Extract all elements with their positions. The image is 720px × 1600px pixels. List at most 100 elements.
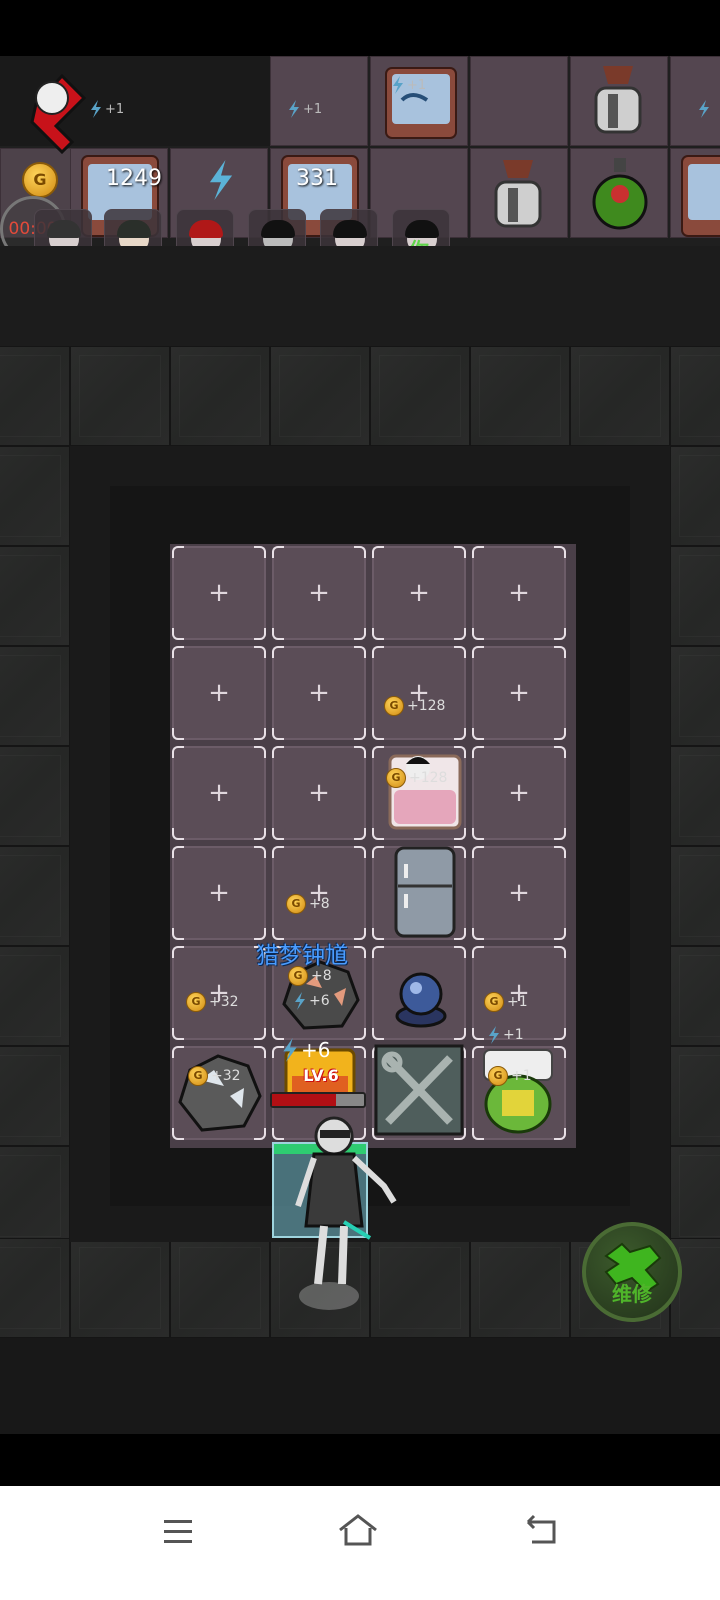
energy-gain: +6 — [282, 1038, 330, 1062]
floor-tile — [0, 1146, 70, 1246]
grid-cell[interactable]: + — [272, 646, 366, 740]
energy-gain-text: +1 — [503, 1027, 524, 1043]
grid-cell[interactable]: + — [472, 746, 566, 840]
grid-cell[interactable]: + — [472, 546, 566, 640]
floor-tile — [0, 1046, 70, 1146]
grid-cell[interactable]: + — [172, 746, 266, 840]
floor-tile — [0, 846, 70, 946]
player-name-label: 猎梦钟馗 — [256, 936, 348, 970]
lightning-icon — [698, 100, 720, 124]
grid-cell[interactable]: + — [372, 646, 466, 740]
lamp-item — [488, 152, 548, 238]
turret-level-text: LV.6 — [303, 1066, 339, 1085]
letterbox-bottom — [0, 1434, 720, 1486]
menu-icon[interactable] — [160, 1514, 196, 1550]
floor-tile — [0, 646, 70, 746]
floor-tile — [670, 946, 720, 1046]
fridge-item[interactable] — [392, 846, 458, 938]
add-slot-icon: + — [208, 578, 230, 608]
floor-tile — [270, 346, 370, 446]
top-cell — [470, 56, 568, 146]
repair-button-label: 维修 — [612, 1282, 652, 1306]
energy-gain-text: +6 — [309, 993, 330, 1009]
gold-gain: G +32 — [186, 992, 239, 1012]
floor-tile — [670, 1046, 720, 1146]
player-character[interactable] — [284, 1106, 414, 1316]
gold-gain-text: +128 — [407, 698, 446, 714]
potion-item — [590, 156, 650, 236]
top-gain-text: +1 — [105, 101, 125, 117]
grid-cell[interactable]: + — [172, 546, 266, 640]
floor-tile — [170, 346, 270, 446]
floor-tile — [170, 1238, 270, 1338]
grid-cell[interactable]: + — [172, 646, 266, 740]
player-name-text: 猎梦钟馗 — [256, 943, 348, 969]
add-slot-icon: + — [308, 878, 330, 908]
system-nav-bar — [0, 1486, 720, 1600]
top-gain-text: +1 — [407, 77, 427, 93]
floor-tile — [0, 746, 70, 846]
grid-cell[interactable]: + — [472, 846, 566, 940]
game-scene[interactable]: +1 +1 +1 G 1249 331 00:00 + + + + + + + … — [0, 56, 720, 1464]
top-energy-gain: +1 — [90, 100, 124, 118]
silver-ore-item[interactable] — [174, 1046, 264, 1138]
gold-gain-text: +32 — [209, 994, 239, 1010]
add-slot-icon: + — [508, 778, 530, 808]
floor-tile — [670, 646, 720, 746]
orb-item[interactable] — [390, 962, 452, 1032]
corridor — [0, 246, 720, 346]
frog-bed-item[interactable] — [478, 1046, 558, 1136]
gold-coin-icon: G — [386, 768, 406, 788]
gold-coin-icon: G — [484, 992, 504, 1012]
add-slot-icon: + — [508, 678, 530, 708]
add-slot-icon: + — [308, 578, 330, 608]
lightning-icon — [393, 76, 403, 94]
floor-tile — [670, 446, 720, 546]
bed-item — [678, 150, 720, 240]
grid-cell[interactable]: + — [272, 746, 366, 840]
bed-item[interactable] — [384, 746, 466, 832]
floor-tile — [470, 1238, 570, 1338]
lightning-icon — [295, 992, 305, 1010]
turret-level: LV.6 — [290, 1066, 352, 1085]
grid-cell[interactable]: + — [372, 546, 466, 640]
gold-gain: G +128 — [384, 696, 445, 716]
gold-gain-text: +32 — [211, 1068, 241, 1084]
floor-tile — [0, 346, 70, 446]
add-slot-icon: + — [308, 778, 330, 808]
add-slot-icon: + — [508, 578, 530, 608]
add-slot-icon: + — [308, 678, 330, 708]
lightning-icon — [289, 100, 299, 118]
gold-amount: 1249 — [106, 166, 162, 191]
floor-tile — [70, 1238, 170, 1338]
gold-gain-text: +1 — [507, 994, 528, 1010]
repair-button[interactable]: 维修 — [582, 1222, 682, 1322]
add-slot-icon: + — [508, 878, 530, 908]
gold-gain-text: +8 — [311, 968, 332, 984]
grid-cell[interactable]: + — [272, 546, 366, 640]
floor-tile — [370, 346, 470, 446]
turret-hp-fill — [272, 1094, 337, 1106]
floor-tile — [570, 346, 670, 446]
bed-item — [382, 60, 460, 142]
gold-coin-icon: G — [488, 1066, 508, 1086]
energy-gain: +1 — [488, 1026, 524, 1044]
gold-gain: G +1 — [488, 1066, 532, 1086]
floor-tile — [0, 946, 70, 1046]
floor-tile — [0, 1238, 70, 1338]
energy-counter: 331 — [206, 160, 338, 204]
gold-gain-text: +1 — [511, 1068, 532, 1084]
exit-marker-icon[interactable] — [26, 68, 87, 155]
home-icon[interactable] — [336, 1510, 380, 1550]
lightning-icon — [489, 1026, 499, 1044]
grid-cell[interactable]: + — [172, 846, 266, 940]
lightning-icon — [283, 1038, 297, 1062]
grid-cell[interactable]: + — [272, 846, 366, 940]
back-icon[interactable] — [522, 1512, 562, 1552]
bottom-corridor — [0, 1338, 720, 1434]
floor-tile — [470, 346, 570, 446]
grid-cell[interactable]: + — [472, 646, 566, 740]
lightning-icon — [209, 160, 233, 200]
top-gain-text: +1 — [303, 101, 323, 117]
gold-gain-text: +8 — [309, 896, 330, 912]
